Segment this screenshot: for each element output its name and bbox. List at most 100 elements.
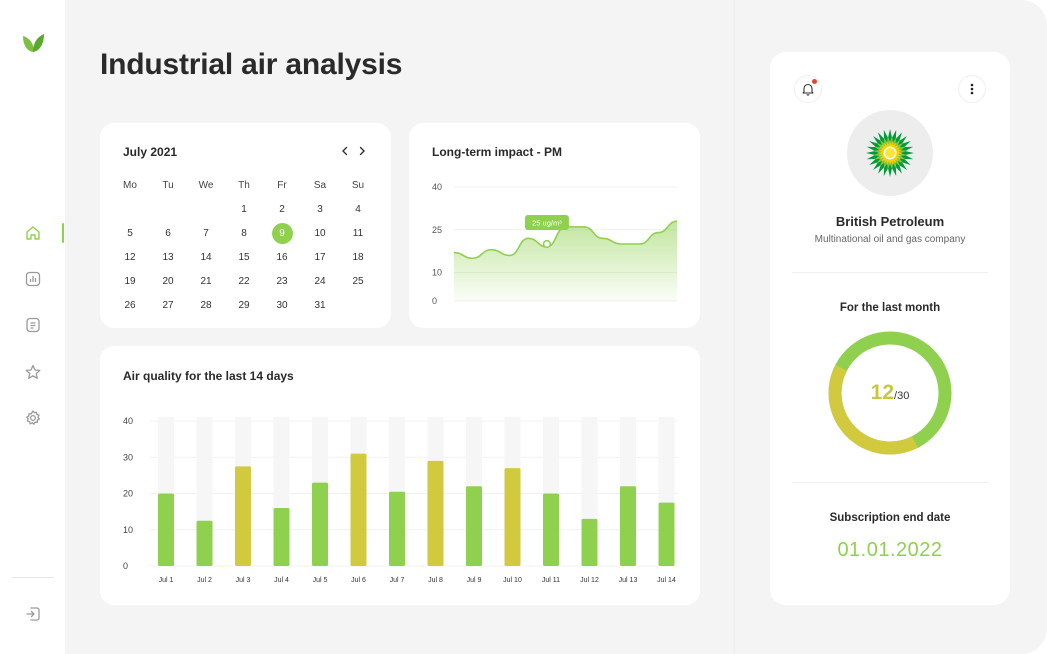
sidebar-item-reports[interactable] bbox=[22, 268, 44, 290]
donut-center-value: 12 /30 bbox=[826, 329, 954, 457]
long-term-area-chart: 0 10 25 40 25 ug/m³ bbox=[432, 182, 678, 306]
bar bbox=[235, 466, 251, 566]
calendar-day[interactable]: 1 bbox=[225, 197, 263, 221]
more-options-button[interactable] bbox=[958, 75, 986, 103]
calendar-day[interactable]: 26 bbox=[111, 293, 149, 317]
nav-active-indicator bbox=[62, 223, 64, 243]
company-logo bbox=[847, 110, 933, 196]
subscription-date: 01.01.2022 bbox=[837, 539, 943, 561]
star-icon bbox=[25, 364, 41, 379]
calendar-day[interactable]: 12 bbox=[111, 245, 149, 269]
profile-divider-1 bbox=[792, 272, 988, 273]
weekday-label: Su bbox=[351, 179, 365, 191]
y-tick-label: 30 bbox=[123, 452, 133, 462]
weekday-label: We bbox=[198, 179, 214, 191]
calendar-day[interactable]: 6 bbox=[149, 221, 187, 245]
sidebar-item-favorites[interactable] bbox=[22, 361, 44, 383]
bar bbox=[158, 493, 174, 566]
bar bbox=[273, 508, 290, 566]
logout-button[interactable] bbox=[22, 603, 44, 625]
calendar-day[interactable]: 14 bbox=[187, 245, 225, 269]
sidebar-item-home[interactable] bbox=[22, 222, 44, 244]
x-tick-label: Jul 5 bbox=[313, 577, 328, 584]
calendar-empty-cell bbox=[187, 197, 225, 221]
calendar-day[interactable]: 21 bbox=[187, 269, 225, 293]
x-tick-label: Jul 7 bbox=[390, 577, 405, 584]
calendar-day[interactable]: 22 bbox=[225, 269, 263, 293]
calendar-day[interactable]: 19 bbox=[111, 269, 149, 293]
calendar-day[interactable]: 18 bbox=[339, 245, 377, 269]
calendar-day[interactable]: 31 bbox=[301, 293, 339, 317]
app-window: Industrial air analysis July 2021 Mo Tu We… bbox=[0, 0, 1047, 654]
calendar-day[interactable]: 27 bbox=[149, 293, 187, 317]
chevron-right-icon bbox=[359, 146, 365, 156]
x-tick-label: Jul 4 bbox=[274, 577, 289, 584]
y-tick-label: 0 bbox=[432, 296, 437, 306]
calendar-month-title: July 2021 bbox=[123, 145, 178, 159]
bell-icon bbox=[802, 83, 814, 96]
page-title: Industrial air analysis bbox=[100, 48, 403, 81]
month-value: 12 bbox=[870, 381, 895, 404]
sidebar-item-documents[interactable] bbox=[22, 314, 44, 336]
company-profile-card: British Petroleum Multinational oil and … bbox=[770, 52, 1010, 605]
calendar-day-selected[interactable]: 9 bbox=[263, 221, 301, 245]
calendar-prev-button[interactable] bbox=[337, 143, 353, 159]
leaf-logo[interactable] bbox=[20, 30, 46, 56]
bar bbox=[312, 482, 328, 566]
calendar-day[interactable]: 5 bbox=[111, 221, 149, 245]
x-tick-label: Jul 8 bbox=[428, 577, 443, 584]
x-tick-label: Jul 14 bbox=[657, 577, 676, 584]
logout-icon bbox=[26, 607, 40, 621]
y-tick-label: 40 bbox=[123, 416, 133, 426]
calendar-day[interactable]: 15 bbox=[225, 245, 263, 269]
calendar-day[interactable]: 30 bbox=[263, 293, 301, 317]
x-tick-label: Jul 10 bbox=[503, 577, 522, 584]
x-tick-label: Jul 13 bbox=[619, 577, 638, 584]
chevron-left-icon bbox=[342, 146, 348, 156]
calendar-day[interactable]: 11 bbox=[339, 221, 377, 245]
weekday-label: Tu bbox=[162, 179, 174, 191]
sidebar-divider bbox=[12, 577, 54, 578]
calendar-day[interactable]: 29 bbox=[225, 293, 263, 317]
y-tick-label: 0 bbox=[123, 561, 128, 571]
calendar-day[interactable]: 2 bbox=[263, 197, 301, 221]
y-tick-label: 20 bbox=[123, 489, 133, 499]
bp-helios-logo bbox=[866, 129, 914, 177]
x-tick-label: Jul 1 bbox=[159, 577, 174, 584]
calendar-day[interactable]: 3 bbox=[301, 197, 339, 221]
month-total: /30 bbox=[894, 390, 910, 402]
calendar-day[interactable]: 4 bbox=[339, 197, 377, 221]
notification-badge bbox=[812, 79, 817, 84]
calendar-day[interactable]: 10 bbox=[301, 221, 339, 245]
gear-icon bbox=[26, 410, 41, 425]
calendar-day[interactable]: 13 bbox=[149, 245, 187, 269]
calendar-day[interactable]: 25 bbox=[339, 269, 377, 293]
x-tick-label: Jul 3 bbox=[236, 577, 251, 584]
weekday-label: Fr bbox=[277, 179, 287, 191]
calendar-day[interactable]: 24 bbox=[301, 269, 339, 293]
month-title: For the last month bbox=[839, 302, 941, 314]
calendar-day[interactable]: 17 bbox=[301, 245, 339, 269]
calendar-card: July 2021 Mo Tu We Th Fr Sa Su 1 2 3 4 5 6 7 8 9 10 11 12 1… bbox=[100, 123, 391, 328]
y-tick-label: 10 bbox=[432, 268, 442, 278]
long-term-impact-card: Long-term impact - PM 0 10 25 40 25 ug/m³ bbox=[409, 123, 700, 328]
x-tick-label: Jul 6 bbox=[351, 577, 366, 584]
calendar-day[interactable]: 7 bbox=[187, 221, 225, 245]
logo-core bbox=[885, 148, 895, 158]
notifications-button[interactable] bbox=[794, 75, 822, 103]
calendar-day[interactable]: 28 bbox=[187, 293, 225, 317]
calendar-day[interactable]: 23 bbox=[263, 269, 301, 293]
calendar-empty-cell bbox=[149, 197, 187, 221]
calendar-day[interactable]: 20 bbox=[149, 269, 187, 293]
calendar-grid: Mo Tu We Th Fr Sa Su 1 2 3 4 5 6 7 8 9 10 11 12 13 14 15 16 17 1… bbox=[111, 173, 379, 317]
calendar-day[interactable]: 16 bbox=[263, 245, 301, 269]
company-description: Multinational oil and gas company bbox=[814, 234, 966, 245]
y-tick-label: 25 bbox=[432, 225, 442, 235]
air-quality-bar-chart: 0 10 20 30 40 Jul 1 Jul 2 Jul 3 Jul 4 Jul 5 Jul 6 J… bbox=[123, 416, 678, 584]
bar bbox=[389, 491, 405, 566]
company-name: British Petroleum bbox=[835, 214, 945, 229]
calendar-next-button[interactable] bbox=[354, 143, 370, 159]
sidebar-item-settings[interactable] bbox=[22, 407, 44, 429]
calendar-day[interactable]: 8 bbox=[225, 221, 263, 245]
bar bbox=[620, 486, 636, 566]
